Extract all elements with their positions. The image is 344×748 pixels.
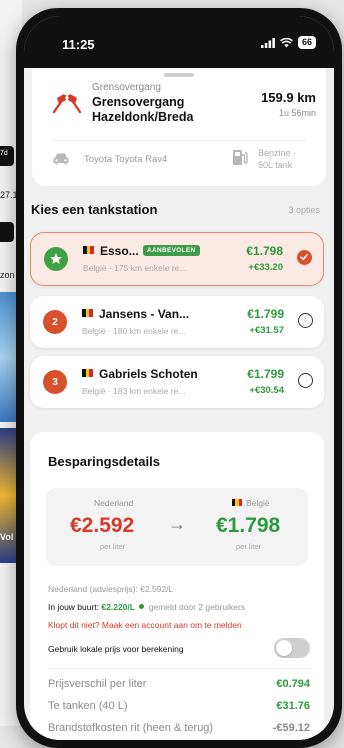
status-icons: 66: [260, 36, 316, 49]
to-unit: per liter: [236, 542, 262, 551]
tank-size: 50L tank: [258, 160, 293, 170]
background-snippet: 7d: [0, 150, 8, 157]
station-name: Gabriels Schoten: [99, 367, 198, 381]
stations-count: 3 opties: [288, 205, 320, 215]
signal-icon: [260, 37, 275, 48]
stations-section-title: Kies een tankstation: [31, 202, 158, 217]
background-chip: [0, 222, 14, 242]
details-title: Besparingsdetails: [48, 454, 160, 469]
station-saving: +€30.54: [249, 385, 284, 396]
station-card[interactable]: 2 Jansens - Van... België · 180 km enkel…: [30, 296, 324, 348]
advice-price-line: Nederland (adviesprijs): €2.592/L: [48, 584, 174, 594]
background-snippet: Vol: [0, 532, 14, 542]
toggle-knob: [276, 640, 292, 656]
border-crossing-icon: [52, 94, 82, 114]
belgium-flag-icon: [82, 369, 94, 377]
savings-details-card: Besparingsdetails Nederland €2.592 per l…: [30, 432, 324, 740]
background-snippet: zon: [0, 270, 15, 280]
recommended-star-badge: [44, 247, 68, 271]
station-select-radio[interactable]: [298, 373, 313, 388]
background-snippet: 27.1: [0, 190, 18, 200]
fuel-type: Benzine ·: [258, 148, 297, 158]
belgium-flag-icon: [232, 499, 242, 506]
station-name: Esso...: [100, 244, 139, 258]
fuel-info: Benzine · 50L tank: [258, 147, 296, 171]
station-price: €1.799: [247, 367, 284, 381]
car-name: Toyota Toyota Rav4: [84, 154, 168, 165]
arrow-right-icon: →: [168, 514, 186, 534]
nearby-price: €2.220/L: [101, 602, 135, 612]
fill-amount-value: €31.76: [276, 700, 310, 712]
nearby-price-line: In jouw buurt: €2.220/L gemeld door 2 ge…: [48, 602, 245, 612]
route-summary-sheet: Grensovergang Grensovergang Hazeldonk/Br…: [32, 68, 326, 186]
local-price-toggle-label: Gebruik lokale prijs voor berekening: [48, 644, 184, 654]
divider: [52, 140, 306, 141]
recommended-badge: AANBEVOLEN: [143, 245, 200, 256]
phone-screen: 11:25 66 Grensovergang Grensovergang Haz…: [24, 16, 334, 740]
station-select-radio[interactable]: [298, 313, 313, 328]
price-difference-value: €0.794: [276, 678, 310, 690]
to-country-label: België: [246, 498, 270, 508]
battery-icon: 66: [297, 36, 316, 49]
station-saving: +€33.20: [248, 262, 283, 273]
fill-amount-label: Te tanken (40 L): [48, 700, 128, 712]
divider: [48, 668, 310, 669]
trip-fuel-cost-label: Brandstofkosten rit (heen & terug): [48, 722, 214, 734]
price-comparison: Nederland €2.592 per liter → België €1.7…: [46, 488, 308, 566]
station-location: België · 183 km enkele re...: [82, 386, 186, 396]
trip-fuel-cost-value: -€59.12: [272, 722, 310, 734]
station-card[interactable]: Esso... AANBEVOLEN België · 175 km enkel…: [30, 232, 324, 286]
status-dot-icon: [139, 604, 145, 609]
station-name: Jansens - Van...: [99, 307, 190, 321]
star-icon: [50, 253, 62, 264]
price-difference-label: Prijsverschil per liter: [48, 678, 147, 690]
station-price: €1.798: [246, 244, 283, 258]
phone-frame: 11:25 66 Grensovergang Grensovergang Haz…: [16, 8, 342, 748]
station-select-radio[interactable]: [297, 250, 312, 265]
from-price: €2.592: [70, 514, 135, 537]
nearby-label: In jouw buurt:: [48, 602, 100, 612]
belgium-flag-icon: [82, 309, 94, 317]
station-price: €1.799: [247, 307, 284, 321]
station-location: België · 175 km enkele re...: [83, 263, 187, 273]
wifi-icon: [280, 37, 293, 47]
local-price-toggle[interactable]: [274, 638, 310, 658]
station-location: België · 180 km enkele re...: [82, 326, 186, 336]
checkmark-icon: [300, 254, 308, 261]
to-price: €1.798: [216, 514, 281, 537]
route-destination: Grensovergang Hazeldonk/Breda: [92, 95, 194, 124]
station-rank-badge: 3: [43, 370, 67, 394]
fuel-pump-icon: [233, 150, 248, 165]
from-unit: per liter: [100, 542, 126, 551]
status-bar: 11:25 66: [24, 16, 334, 68]
route-duration: 1u 56min: [278, 108, 316, 118]
route-distance: 159.9 km: [261, 90, 316, 105]
belgium-flag-icon: [83, 246, 95, 254]
station-card[interactable]: 3 Gabriels Schoten België · 183 km enkel…: [30, 356, 324, 408]
sheet-handle[interactable]: [164, 73, 194, 77]
car-icon: [53, 153, 69, 165]
route-kicker: Grensovergang: [92, 82, 161, 93]
from-country-label: Nederland: [94, 498, 134, 508]
report-price-link[interactable]: Klopt dit niet? Maak een account aan om …: [48, 620, 242, 630]
status-time: 11:25: [62, 37, 95, 52]
station-rank-badge: 2: [43, 310, 67, 334]
nearby-note: gemeld door 2 gebruikers: [148, 602, 246, 612]
station-saving: +€31.57: [249, 325, 284, 336]
